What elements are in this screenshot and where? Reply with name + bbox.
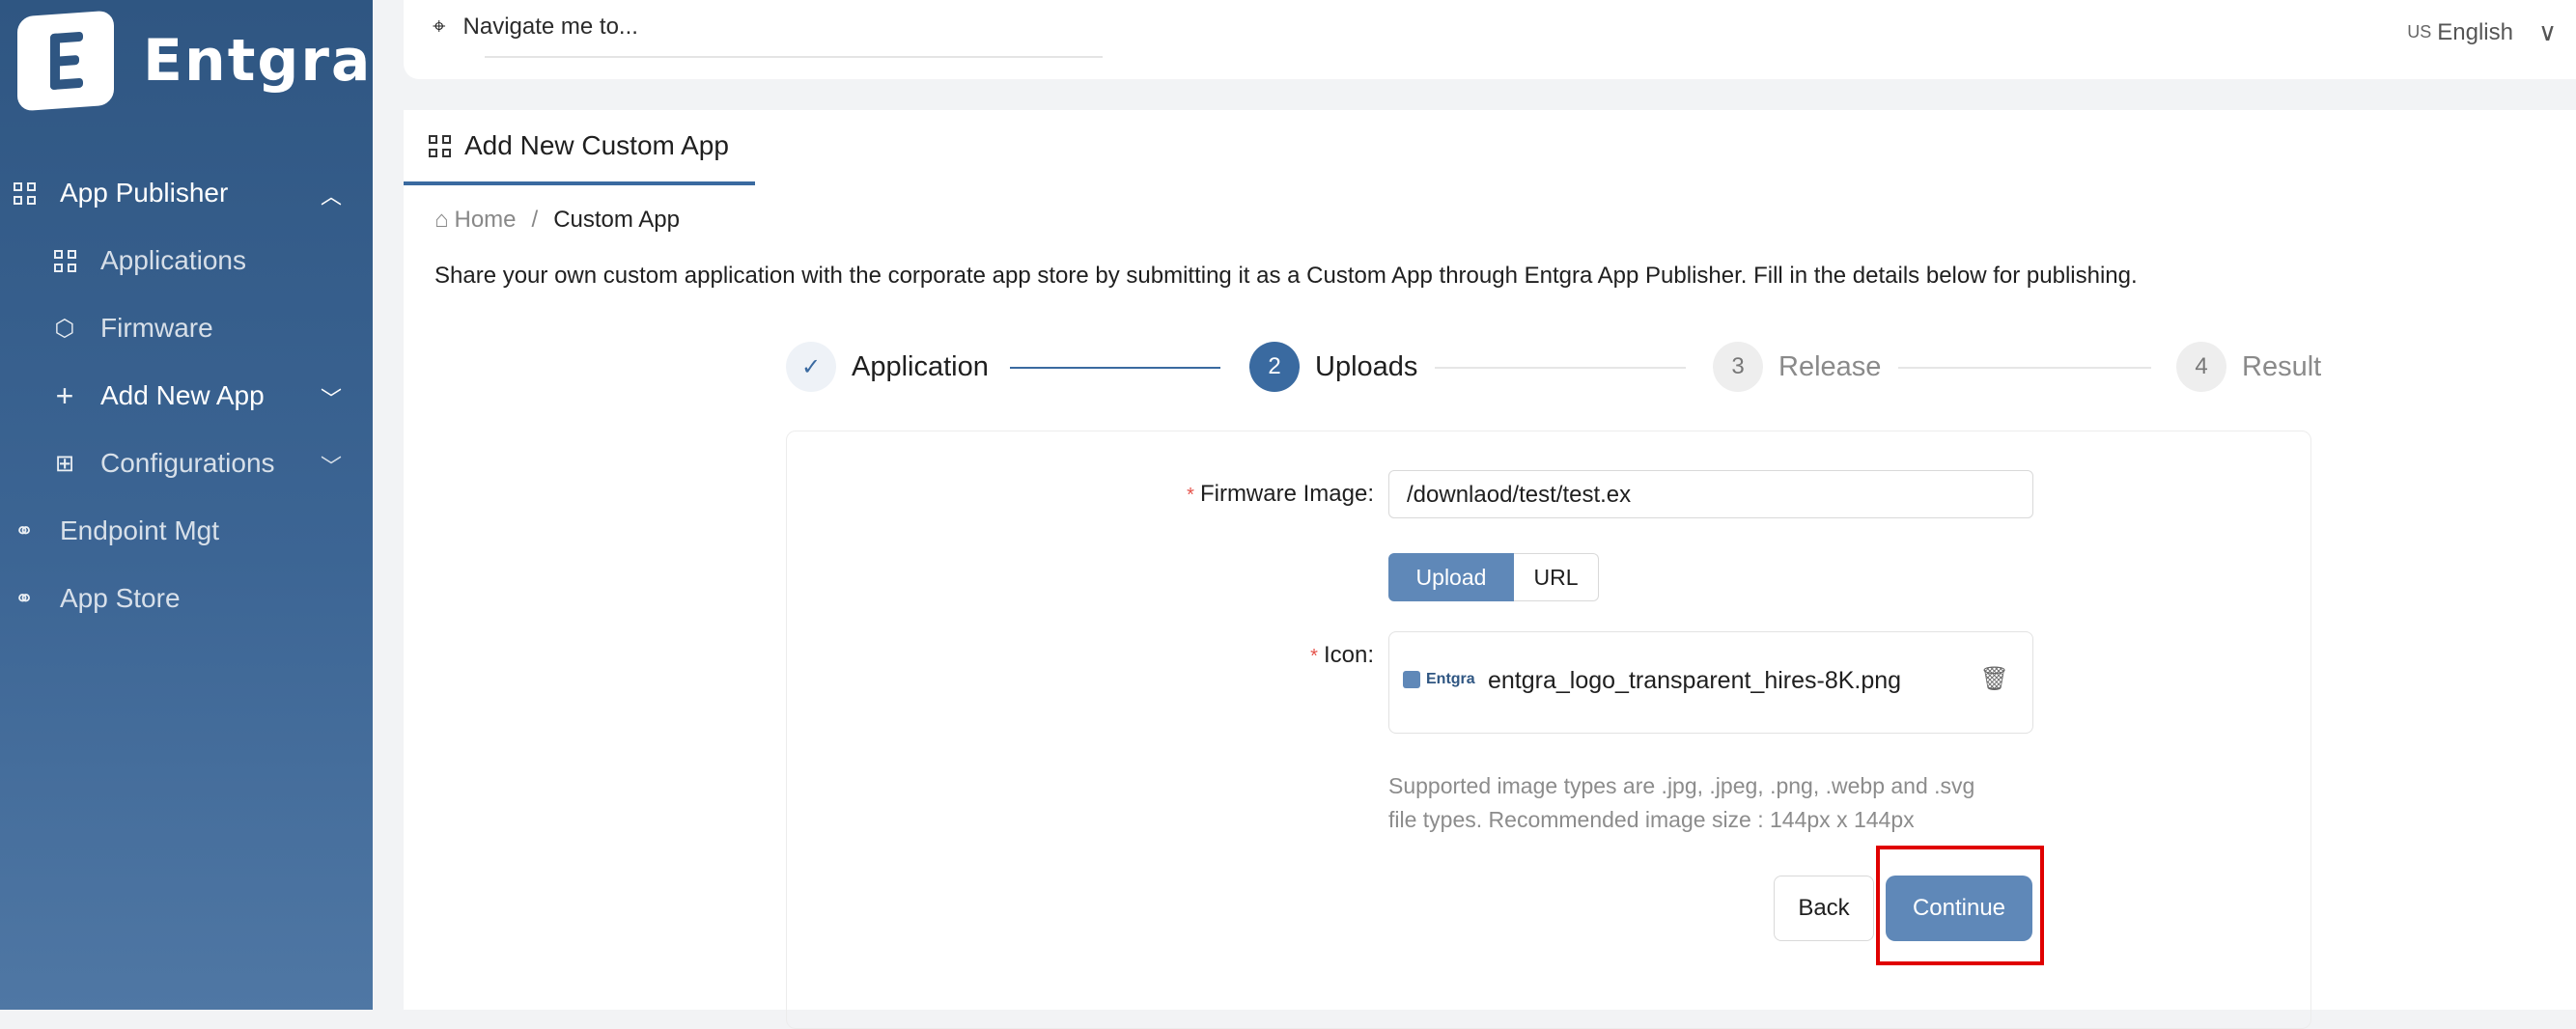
page-description: Share your own custom application with t…: [434, 263, 2138, 289]
step-number: 4: [2176, 342, 2226, 392]
sidebar-item-endpoint-mgt[interactable]: ⚭ Endpoint Mgt: [0, 497, 373, 565]
step-label: Release: [1778, 350, 1882, 382]
step-label: Application: [852, 350, 989, 382]
chevron-up-icon: ︿: [320, 184, 342, 209]
firmware-image-input[interactable]: /downlaod/test/test.ex: [1388, 470, 2033, 518]
chevron-down-icon: ∨: [2537, 17, 2557, 46]
source-toggle: Upload URL: [1388, 553, 1599, 601]
entgra-logo[interactable]: Entgra: [17, 10, 373, 112]
breadcrumb: ⌂ Home / Custom App: [434, 207, 680, 234]
step-result: 4 Result: [2176, 342, 2321, 392]
grid-icon: [53, 249, 76, 272]
sidebar-item-label: Endpoint Mgt: [60, 515, 219, 545]
brand-name: Entgra: [143, 27, 373, 95]
sidebar-item-label: Firmware: [100, 313, 213, 343]
step-uploads: 2 Uploads: [1249, 342, 1417, 392]
sidebar-item-configurations[interactable]: ⊞ Configurations ﹀: [0, 430, 373, 497]
grid-icon: [13, 181, 36, 205]
sidebar-item-add-new-app[interactable]: + Add New App ﹀: [0, 362, 373, 430]
required-marker: *: [1310, 646, 1318, 667]
step-number: 2: [1249, 342, 1300, 392]
sidebar: Entgra App Publisher ︿ Applications ⬡ Fi…: [0, 0, 373, 1010]
locate-icon: ⌖: [433, 14, 446, 40]
step-connector: [1435, 367, 1686, 369]
us-flag-icon: US: [2407, 22, 2432, 42]
chevron-down-icon: ﹀: [320, 387, 342, 411]
uploaded-file-name[interactable]: entgra_logo_transparent_hires-8K.png: [1488, 667, 1901, 695]
firmware-image-label: * Firmware Image:: [1187, 481, 1374, 507]
check-icon: ✓: [786, 342, 836, 392]
sidebar-item-label: Configurations: [100, 448, 275, 478]
steps-progress: ✓ Application 2 Uploads 3 Release 4 Resu…: [786, 342, 2321, 394]
trash-icon[interactable]: 🗑: [1980, 665, 2009, 693]
upload-form-card: * Firmware Image: /downlaod/test/test.ex …: [786, 431, 2311, 1029]
sidebar-item-label: Applications: [100, 245, 246, 275]
language-label: English: [2437, 18, 2513, 45]
sidebar-item-label: App Store: [60, 583, 181, 613]
step-release: 3 Release: [1713, 342, 1881, 392]
sidebar-item-firmware[interactable]: ⬡ Firmware: [0, 294, 373, 362]
required-marker: *: [1187, 485, 1194, 506]
navigate-search-input[interactable]: Navigate me to...: [463, 14, 638, 41]
icon-upload-item: Entgra entgra_logo_transparent_hires-8K.…: [1388, 631, 2033, 734]
step-application: ✓ Application: [786, 342, 989, 392]
image-type-help: Supported image types are .jpg, .jpeg, .…: [1388, 773, 1975, 832]
icon-label: * Icon:: [1310, 642, 1374, 668]
step-number: 3: [1713, 342, 1763, 392]
entgra-logo-icon: [17, 10, 114, 112]
language-selector[interactable]: US English ∨: [2407, 17, 2557, 47]
navigate-search[interactable]: ⌖ Navigate me to...: [433, 14, 1103, 58]
uploaded-icon-thumbnail: Entgra: [1403, 671, 1475, 688]
back-button[interactable]: Back: [1774, 876, 1874, 941]
breadcrumb-separator: /: [531, 207, 539, 233]
link-icon: ⚭: [14, 585, 35, 612]
upload-option[interactable]: Upload: [1388, 553, 1514, 601]
tab-label: Add New Custom App: [464, 130, 729, 160]
plus-icon: +: [55, 377, 74, 413]
step-label: Uploads: [1315, 350, 1418, 382]
sidebar-item-label: Add New App: [100, 380, 265, 410]
sidebar-nav: App Publisher ︿ Applications ⬡ Firmware …: [0, 159, 373, 632]
breadcrumb-home[interactable]: Home: [455, 207, 517, 234]
sliders-icon: ⊞: [54, 450, 75, 477]
home-icon: ⌂: [434, 207, 449, 233]
step-connector: [1010, 367, 1220, 369]
top-bar: ⌖ Navigate me to... US English ∨: [404, 0, 2576, 79]
search-underline: [485, 56, 1103, 58]
sidebar-item-applications[interactable]: Applications: [0, 227, 373, 294]
sidebar-item-label: App Publisher: [60, 178, 229, 208]
cube-icon: ⬡: [54, 315, 75, 342]
step-label: Result: [2242, 350, 2322, 382]
breadcrumb-current: Custom App: [553, 207, 680, 233]
sidebar-item-app-publisher[interactable]: App Publisher ︿: [0, 159, 373, 227]
main-content: Add New Custom App ⌂ Home / Custom App S…: [404, 110, 2576, 1029]
sidebar-item-app-store[interactable]: ⚭ App Store: [0, 565, 373, 632]
chevron-down-icon: ﹀: [320, 455, 342, 479]
tab-add-new-custom-app[interactable]: Add New Custom App: [404, 110, 755, 185]
link-icon: ⚭: [14, 517, 35, 544]
step-connector: [1898, 367, 2151, 369]
grid-icon: [429, 134, 451, 157]
highlight-box: [1876, 846, 2044, 965]
url-option[interactable]: URL: [1514, 553, 1599, 601]
